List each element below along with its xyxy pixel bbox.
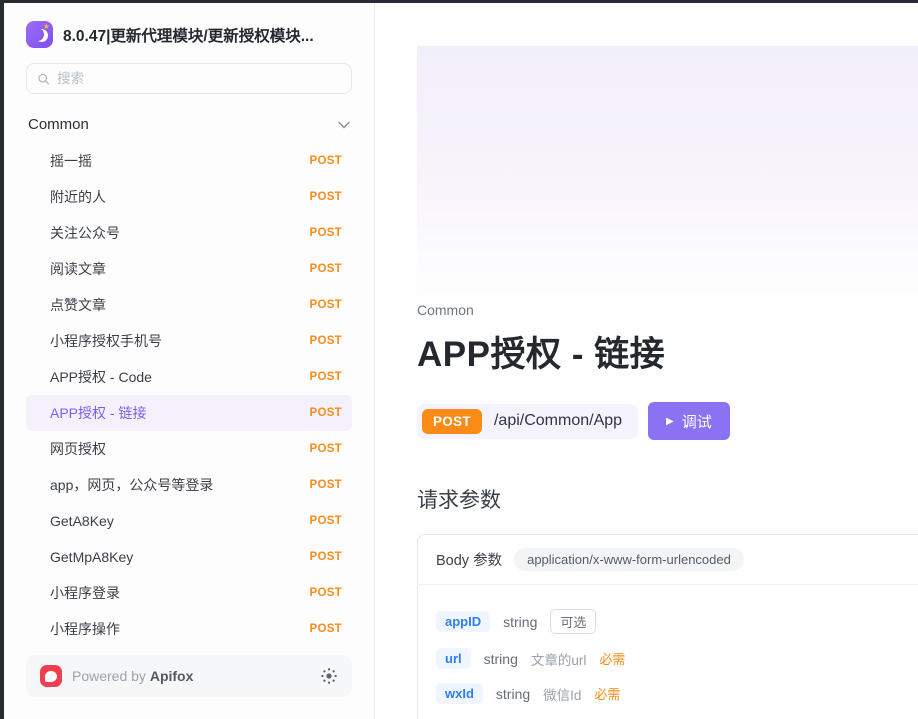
main-content: Common APP授权 - 链接 POST /api/Common/App ▶… (375, 3, 918, 719)
param-rows: appIDstring可选urlstring文章的url必需wxIdstring… (418, 585, 918, 719)
apifox-brand-text: Apifox (150, 668, 194, 684)
star-icon: ★ (43, 23, 50, 31)
method-badge: POST (422, 409, 482, 434)
endpoint-path-box: POST /api/Common/App (417, 404, 638, 439)
sidebar-item-label: GetA8Key (50, 513, 114, 529)
powered-by-text: Powered by Apifox (72, 668, 193, 684)
search-input[interactable] (57, 71, 341, 86)
sidebar-item[interactable]: app，网页，公众号等登录 POST (26, 467, 352, 503)
page-title: APP授权 - 链接 (417, 326, 918, 377)
sidebar-item-label: 摇一摇 (50, 151, 92, 171)
body-params-label: Body 参数 (436, 549, 502, 570)
sidebar-item-label: 小程序授权手机号 (50, 331, 162, 351)
param-description: 文章的url (531, 649, 587, 669)
endpoint-list: 摇一摇 POST 附近的人 POST 关注公众号 POST 阅读文章 POST 点赞文章 POST… (26, 143, 352, 647)
param-name-badge: wxId (436, 683, 483, 704)
sidebar-item[interactable]: GetA8Key POST (26, 503, 352, 539)
sidebar-item-label: APP授权 - 链接 (50, 403, 146, 423)
section-label: Common (28, 116, 89, 133)
param-name-badge: url (436, 648, 471, 669)
sidebar-section-common[interactable]: Common (26, 114, 352, 135)
sidebar-item-label: 网页授权 (50, 439, 106, 459)
debug-button[interactable]: ▶ 调试 (648, 402, 730, 440)
sidebar-item-label: 附近的人 (50, 187, 106, 207)
param-name-badge: appID (436, 611, 490, 632)
sidebar-item-method-badge: POST (309, 623, 342, 635)
sidebar-item[interactable]: 关注公众号 POST (26, 215, 352, 251)
sidebar-item[interactable]: APP授权 - Code POST (26, 359, 352, 395)
sidebar-item[interactable]: GetMpA8Key POST (26, 539, 352, 575)
request-params-card: Body 参数 application/x-www-form-urlencode… (417, 534, 918, 719)
request-params-heading: 请求参数 (417, 484, 918, 514)
sidebar-item[interactable]: 附近的人 POST (26, 179, 352, 215)
sidebar-item-label: GetMpA8Key (50, 549, 133, 565)
sidebar-header: ★ 8.0.47|更新代理模块/更新授权模块... (26, 21, 352, 48)
endpoint-row: POST /api/Common/App ▶ 调试 (417, 402, 918, 440)
param-optional-badge: 可选 (550, 609, 596, 634)
sidebar-item[interactable]: 摇一摇 POST (26, 143, 352, 179)
theme-toggle-sun-icon[interactable] (320, 667, 338, 685)
param-type: string (496, 686, 530, 702)
param-row: appID string 可选 (436, 609, 911, 634)
sidebar-item-label: 小程序登录 (50, 583, 120, 603)
param-required-badge: 必需 (594, 684, 620, 703)
sidebar-item-method-badge: POST (309, 407, 342, 419)
sidebar-item[interactable]: 小程序授权手机号 POST (26, 323, 352, 359)
sidebar-item-label: 点赞文章 (50, 295, 106, 315)
sidebar-item[interactable]: 阅读文章 POST (26, 251, 352, 287)
play-icon: ▶ (666, 416, 674, 427)
header-gradient-banner (417, 46, 918, 302)
sidebar-item-method-badge: POST (309, 515, 342, 527)
sidebar-item-method-badge: POST (309, 299, 342, 311)
sidebar-item-label: app，网页，公众号等登录 (50, 475, 213, 495)
sidebar-item-method-badge: POST (309, 443, 342, 455)
sidebar-item[interactable]: 小程序登录 POST (26, 575, 352, 611)
sidebar-item[interactable]: 点赞文章 POST (26, 287, 352, 323)
param-row: wxId string 微信Id 必需 (436, 683, 911, 704)
sidebar-item[interactable]: 网页授权 POST (26, 431, 352, 467)
page: ★ 8.0.47|更新代理模块/更新授权模块... Common 摇一摇 POST… (4, 3, 918, 719)
sidebar-item-label: 小程序操作 (50, 619, 120, 639)
param-type: string (484, 651, 518, 667)
chevron-down-icon (338, 121, 350, 129)
content-type-badge: application/x-www-form-urlencoded (514, 548, 744, 571)
search-box[interactable] (26, 63, 352, 94)
app-logo-moon-icon: ★ (26, 21, 53, 48)
param-type: string (503, 614, 537, 630)
sidebar-item[interactable]: 小程序操作 POST (26, 611, 352, 647)
body-params-header: Body 参数 application/x-www-form-urlencode… (418, 535, 918, 585)
sidebar-item-method-badge: POST (309, 155, 342, 167)
sidebar-item-active[interactable]: APP授权 - 链接 POST (26, 395, 352, 431)
sidebar: ★ 8.0.47|更新代理模块/更新授权模块... Common 摇一摇 POST… (4, 3, 375, 719)
sidebar-item-method-badge: POST (309, 371, 342, 383)
sidebar-item-method-badge: POST (309, 587, 342, 599)
search-icon (37, 72, 50, 86)
app-title: 8.0.47|更新代理模块/更新授权模块... (63, 24, 314, 46)
sidebar-item-method-badge: POST (309, 335, 342, 347)
sidebar-item-method-badge: POST (309, 227, 342, 239)
param-required-badge: 必需 (599, 649, 625, 668)
sidebar-item-method-badge: POST (309, 479, 342, 491)
param-description: 微信Id (543, 684, 581, 704)
sidebar-item-label: 关注公众号 (50, 223, 120, 243)
endpoint-path: /api/Common/App (494, 412, 622, 430)
sidebar-item-method-badge: POST (309, 263, 342, 275)
sidebar-item-method-badge: POST (309, 191, 342, 203)
param-row: url string 文章的url 必需 (436, 648, 911, 669)
breadcrumb: Common (417, 302, 918, 318)
sidebar-item-label: 阅读文章 (50, 259, 106, 279)
sidebar-footer: Powered by Apifox (26, 655, 352, 697)
sidebar-item-label: APP授权 - Code (50, 367, 152, 387)
sidebar-item-method-badge: POST (309, 551, 342, 563)
apifox-logo-icon (40, 665, 62, 687)
